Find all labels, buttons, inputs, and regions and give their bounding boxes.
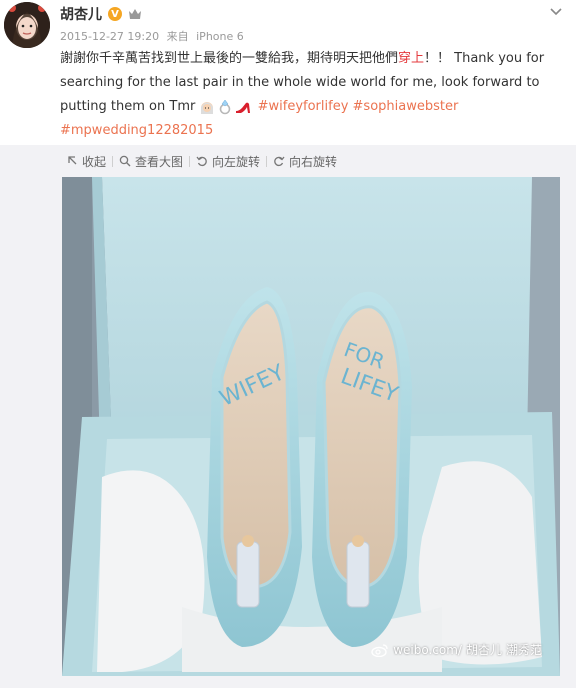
hashtag-mpwedding[interactable]: #mpwedding12282015: [60, 123, 213, 138]
rotate-right-button[interactable]: 向右旋转: [267, 153, 343, 170]
rotate-left-icon: [196, 156, 207, 167]
post-meta: 2015-12-27 19:20 来自 iPhone 6: [60, 28, 248, 44]
ring-emoji-icon: [220, 99, 231, 114]
rotate-right-label: 向右旋转: [289, 154, 338, 169]
source-prefix: 来自: [166, 30, 189, 43]
avatar[interactable]: [4, 2, 50, 48]
watermark-site: weibo.com/: [393, 642, 462, 657]
photo-watermark: weibo.com/ 胡杏儿 潮秀范: [371, 641, 542, 658]
username[interactable]: 胡杏儿: [60, 4, 102, 24]
collapse-button[interactable]: 收起: [60, 153, 112, 170]
heel-emoji-icon: [236, 102, 251, 113]
post-text-part1: 謝謝你千辛萬苦找到世上最後的一雙給我，期待明天把他們: [60, 51, 399, 66]
watermark-extra: 潮秀范: [505, 643, 542, 657]
magnifier-icon: [119, 155, 131, 167]
post-text: 謝謝你千辛萬苦找到世上最後的一雙給我，期待明天把他們穿上！！ Thank you…: [60, 47, 565, 143]
hashtag-wifeyforlifey[interactable]: #wifeyforlifey: [258, 99, 349, 114]
chevron-down-icon[interactable]: [548, 4, 564, 20]
timestamp[interactable]: 2015-12-27 19:20: [60, 30, 159, 43]
vip-icon: [129, 9, 141, 19]
post-photo[interactable]: WIFEY FOR LIFEY weibo.com/ 胡杏儿 潮秀范: [62, 177, 560, 676]
rotate-right-icon: [274, 156, 285, 167]
rotate-left-label: 向左旋转: [212, 154, 261, 169]
hashtag-sophiawebster[interactable]: #sophiawebster: [353, 99, 459, 114]
collapse-arrow-icon: [68, 156, 77, 165]
post-header: 胡杏儿 V 2015-12-27 19:20 来自 iPhone 6 謝謝你千辛…: [0, 0, 576, 145]
view-large-label: 查看大图: [135, 154, 184, 169]
watermark-user: 胡杏儿: [465, 643, 502, 657]
collapse-label: 收起: [82, 154, 107, 169]
media-toolbar: 收起 查看大图 向左旋转 向右旋转: [60, 150, 343, 172]
source-device[interactable]: iPhone 6: [196, 30, 244, 43]
weibo-logo-icon: [371, 643, 388, 657]
shoe-box-photo: WIFEY FOR LIFEY: [62, 177, 560, 676]
view-large-button[interactable]: 查看大图: [113, 153, 189, 170]
post-text-highlight: 穿上: [398, 51, 425, 66]
verified-v-icon: V: [108, 7, 122, 21]
bride-emoji-icon: [201, 101, 214, 114]
rotate-left-button[interactable]: 向左旋转: [190, 153, 266, 170]
